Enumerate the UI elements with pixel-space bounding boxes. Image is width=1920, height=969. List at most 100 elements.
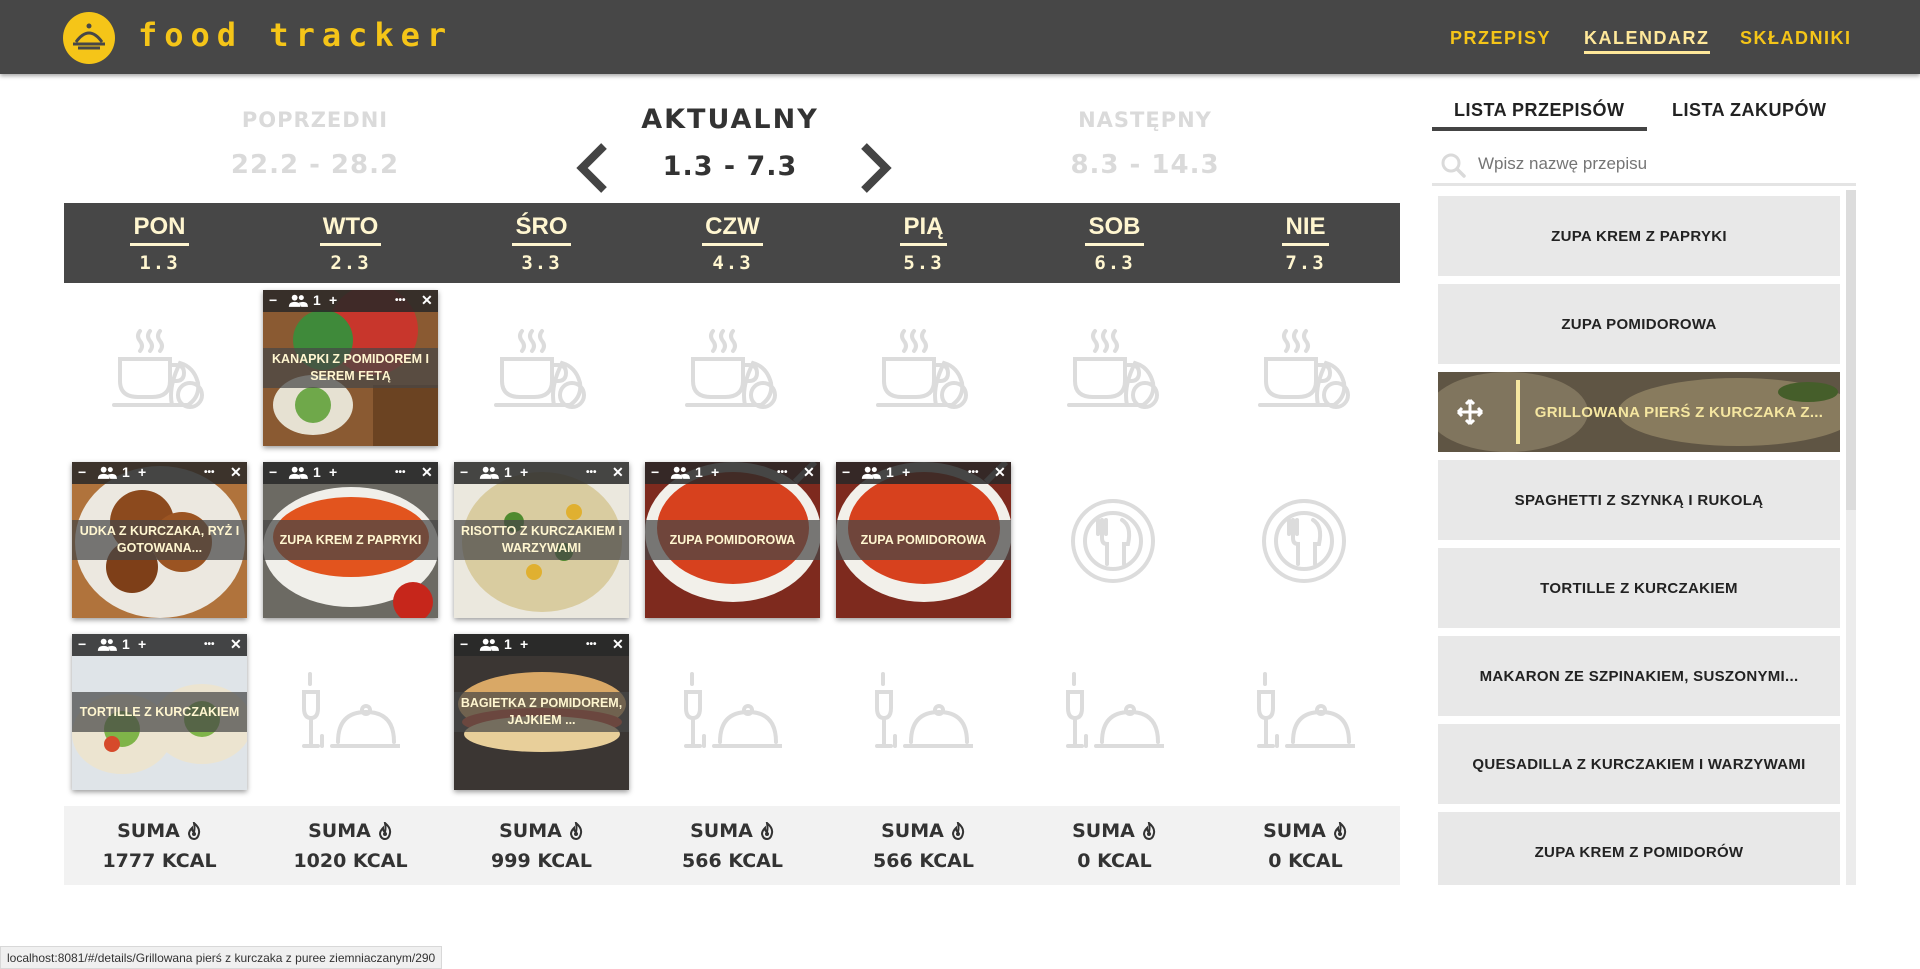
meal-controls: − 1 + ••• ✕ [454, 634, 629, 656]
increase-servings-button[interactable]: + [711, 464, 719, 480]
move-icon[interactable] [1456, 398, 1484, 426]
decrease-servings-button[interactable]: − [269, 292, 277, 308]
breakfast-placeholder-icon[interactable] [1065, 325, 1165, 415]
recipe-list: ZUPA KREM Z PAPRYKI ZUPA POMIDOROWA GRIL… [1432, 190, 1856, 885]
lunch-placeholder-icon[interactable] [1259, 496, 1349, 586]
more-options-button[interactable]: ••• [777, 467, 788, 478]
more-options-button[interactable]: ••• [395, 467, 406, 478]
increase-servings-button[interactable]: + [520, 464, 528, 480]
day-header: WTO 2.3 [255, 203, 446, 283]
remove-meal-button[interactable]: ✕ [612, 636, 624, 653]
day-date: 1.3 [139, 252, 180, 274]
recipe-list-item[interactable]: ZUPA KREM Z PAPRYKI [1438, 196, 1840, 276]
people-icon [861, 466, 881, 480]
servings-count: 1 [695, 464, 703, 480]
breakfast-placeholder-icon[interactable] [110, 325, 210, 415]
day-header: NIE 7.3 [1210, 203, 1401, 283]
scrollbar-thumb[interactable] [1846, 190, 1856, 510]
recipe-list-item[interactable]: TORTILLE Z KURCZAKIEM [1438, 548, 1840, 628]
recipe-list-item[interactable]: ZUPA KREM Z POMIDORÓW [1438, 812, 1840, 885]
lunch-placeholder-icon[interactable] [1068, 496, 1158, 586]
nav-ingredients[interactable]: SKŁADNIKI [1740, 28, 1852, 49]
servings-count: 1 [122, 636, 130, 652]
more-options-button[interactable]: ••• [586, 639, 597, 650]
tab-shopping-list[interactable]: LISTA ZAKUPÓW [1672, 100, 1826, 121]
increase-servings-button[interactable]: + [138, 636, 146, 652]
day-date: 3.3 [521, 252, 562, 274]
meal-card[interactable]: − 1 + ••• ✕ RISOTTO Z KURCZAKIEM I WARZY… [454, 462, 629, 618]
decrease-servings-button[interactable]: − [78, 464, 86, 480]
increase-servings-button[interactable]: + [329, 464, 337, 480]
meal-card[interactable]: − 1 + ••• ✕ ZUPA POMIDOROWA [645, 462, 820, 618]
meal-name: ZUPA POMIDOROWA [645, 520, 820, 560]
day-header: CZW 4.3 [637, 203, 828, 283]
breakfast-placeholder-icon[interactable] [683, 325, 783, 415]
breakfast-placeholder-icon[interactable] [1256, 325, 1356, 415]
recipe-list-item[interactable]: SPAGHETTI Z SZYNKĄ I RUKOLĄ [1438, 460, 1840, 540]
decrease-servings-button[interactable]: − [460, 636, 468, 652]
remove-meal-button[interactable]: ✕ [421, 464, 433, 481]
flame-icon [568, 822, 584, 840]
breakfast-placeholder-icon[interactable] [874, 325, 974, 415]
meal-name: BAGIETKA Z POMIDOREM, JAJKIEM ... [454, 692, 629, 732]
dinner-placeholder-icon[interactable] [300, 670, 400, 760]
more-options-button[interactable]: ••• [968, 467, 979, 478]
remove-meal-button[interactable]: ✕ [421, 292, 433, 309]
sum-label: SUMA [690, 820, 753, 842]
meal-card[interactable]: − 1 + ••• ✕ BAGIETKA Z POMIDOREM, JAJKIE… [454, 634, 629, 790]
meal-card[interactable]: − 1 + ••• ✕ ZUPA KREM Z PAPRYKI [263, 462, 438, 618]
flame-icon [186, 822, 202, 840]
meal-card[interactable]: − 1 + ••• ✕ KANAPKI Z POMIDOREM I SEREM … [263, 290, 438, 446]
dinner-placeholder-icon[interactable] [873, 670, 973, 760]
chevron-right-icon[interactable] [852, 142, 896, 194]
more-options-button[interactable]: ••• [204, 639, 215, 650]
recipe-list-scrollbar[interactable] [1846, 190, 1856, 885]
decrease-servings-button[interactable]: − [460, 464, 468, 480]
meal-card[interactable]: − 1 + ••• ✕ UDKA Z KURCZAKA, RYŻ I GOTOW… [72, 462, 247, 618]
meal-card[interactable]: − 1 + ••• ✕ ZUPA POMIDOROWA [836, 462, 1011, 618]
day-name: CZW [702, 213, 763, 246]
decrease-servings-button[interactable]: − [842, 464, 850, 480]
remove-meal-button[interactable]: ✕ [612, 464, 624, 481]
meal-controls: − 1 + ••• ✕ [454, 462, 629, 484]
logo-icon[interactable] [62, 11, 116, 65]
prev-week[interactable]: POPRZEDNI 22.2 - 28.2 [205, 108, 425, 180]
recipe-list-item[interactable]: QUESADILLA Z KURCZAKIEM I WARZYWAMI [1438, 724, 1840, 804]
remove-meal-button[interactable]: ✕ [803, 464, 815, 481]
meal-controls: − 1 + ••• ✕ [263, 290, 438, 312]
more-options-button[interactable]: ••• [395, 295, 406, 306]
dinner-placeholder-icon[interactable] [1064, 670, 1164, 760]
decrease-servings-button[interactable]: − [269, 464, 277, 480]
increase-servings-button[interactable]: + [329, 292, 337, 308]
remove-meal-button[interactable]: ✕ [230, 636, 242, 653]
remove-meal-button[interactable]: ✕ [994, 464, 1006, 481]
app-title[interactable]: food tracker [138, 16, 453, 54]
increase-servings-button[interactable]: + [520, 636, 528, 652]
meal-controls: − 1 + ••• ✕ [263, 462, 438, 484]
meal-name: UDKA Z KURCZAKA, RYŻ I GOTOWANA... [72, 520, 247, 560]
tab-recipe-list[interactable]: LISTA PRZEPISÓW [1432, 100, 1647, 131]
meal-card[interactable]: − 1 + ••• ✕ TORTILLE Z KURCZAKIEM [72, 634, 247, 790]
sum-value: 566 KCAL [873, 850, 974, 872]
dinner-placeholder-icon[interactable] [682, 670, 782, 760]
nav-calendar[interactable]: KALENDARZ [1584, 28, 1710, 54]
increase-servings-button[interactable]: + [138, 464, 146, 480]
breakfast-placeholder-icon[interactable] [492, 325, 592, 415]
recipe-list-item[interactable]: ZUPA POMIDOROWA [1438, 284, 1840, 364]
search-input[interactable] [1478, 150, 1848, 178]
increase-servings-button[interactable]: + [902, 464, 910, 480]
chevron-left-icon[interactable] [572, 142, 616, 194]
nav-recipes[interactable]: PRZEPISY [1450, 28, 1551, 49]
flame-icon [950, 822, 966, 840]
recipe-list-item[interactable]: MAKARON ZE SZPINAKIEM, SUSZONYMI... [1438, 636, 1840, 716]
next-week[interactable]: NASTĘPNY 8.3 - 14.3 [1035, 108, 1255, 180]
remove-meal-button[interactable]: ✕ [230, 464, 242, 481]
people-icon [670, 466, 690, 480]
decrease-servings-button[interactable]: − [78, 636, 86, 652]
people-icon [97, 466, 117, 480]
recipe-list-item[interactable]: GRILLOWANA PIERŚ Z KURCZAKA Z... [1438, 372, 1840, 452]
more-options-button[interactable]: ••• [204, 467, 215, 478]
dinner-placeholder-icon[interactable] [1255, 670, 1355, 760]
more-options-button[interactable]: ••• [586, 467, 597, 478]
decrease-servings-button[interactable]: − [651, 464, 659, 480]
